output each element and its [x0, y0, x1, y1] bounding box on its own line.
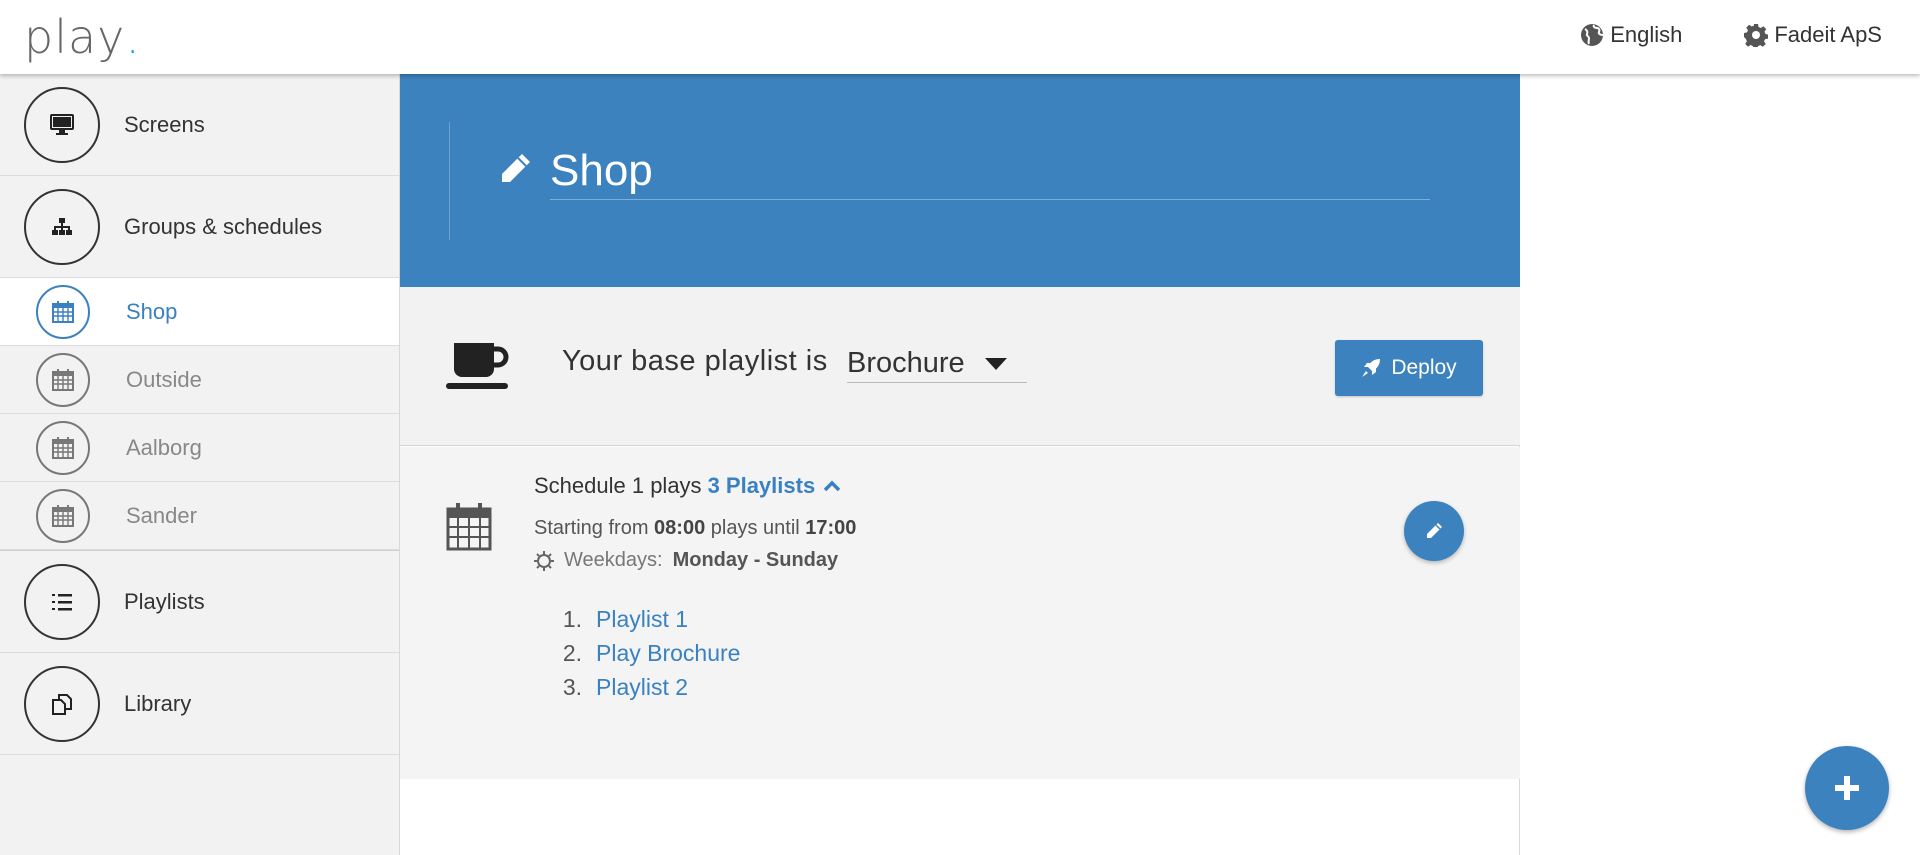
group-item-label: Sander [126, 502, 197, 528]
weekdays-value: Monday - Sunday [672, 549, 839, 571]
deploy-label: Deploy [1391, 356, 1457, 379]
base-playlist-prefix: Your base playlist is [562, 345, 828, 377]
playlists-link-label: 3 Playlists [707, 473, 816, 498]
logo-dot: . [125, 10, 142, 64]
base-playlist-value: Brochure [847, 347, 965, 379]
schedule-weekdays: Weekdays: Monday - Sunday [534, 549, 838, 572]
chevron-up-icon [823, 480, 841, 492]
files-icon [52, 693, 72, 715]
list-item-number: 2. [562, 640, 582, 666]
group-icon-circle [36, 488, 90, 543]
calendar-icon [52, 300, 74, 323]
playlist-link[interactable]: Playlist 1 [596, 602, 688, 636]
deploy-button[interactable]: Deploy [1335, 340, 1483, 396]
group-item-label: Shop [126, 298, 178, 324]
plus-icon [1835, 776, 1859, 800]
list-item: 1. Playlist 1 [560, 602, 740, 636]
sidebar-item-label: Screens [124, 111, 205, 137]
playlists-toggle-link[interactable]: 3 Playlists [708, 473, 842, 499]
top-nav: English Fadeit ApS [1580, 22, 1882, 48]
play-logo[interactable]: play. [24, 10, 141, 64]
group-item-sander[interactable]: Sander [0, 482, 399, 550]
account-label: Fadeit ApS [1774, 22, 1882, 47]
group-item-aalborg[interactable]: Aalborg [0, 414, 399, 482]
calendar-icon [446, 503, 492, 551]
sidebar-item-groups[interactable]: Groups & schedules [0, 176, 399, 278]
group-icon-circle [36, 352, 90, 407]
coffee-cup-icon [446, 343, 509, 389]
sidebar-item-screens[interactable]: Screens [0, 74, 399, 176]
sidebar: Screens Groups & schedules Shop Outside … [0, 74, 400, 855]
calendar-icon [52, 436, 74, 459]
list-item-number: 1. [562, 606, 582, 632]
language-label: English [1610, 22, 1683, 47]
list-item: 2. Play Brochure [560, 636, 741, 670]
base-playlist-row: Your base playlist is Brochure Deploy [400, 287, 1520, 446]
base-playlist-select[interactable]: Brochure [847, 345, 1027, 383]
sidebar-item-label: Playlists [124, 588, 205, 614]
schedule-prefix: Schedule 1 plays [534, 473, 702, 498]
sidebar-item-label: Library [124, 690, 192, 716]
group-title-input[interactable]: Shop [550, 142, 1430, 200]
monitor-icon [50, 113, 74, 135]
top-bar: play. English Fadeit ApS [0, 0, 1920, 74]
group-list: Shop Outside Aalborg Sander [0, 278, 399, 551]
caret-down-icon [984, 357, 1007, 370]
group-item-label: Outside [126, 366, 202, 392]
gear-icon [1744, 24, 1769, 47]
globe-icon [1581, 24, 1604, 46]
group-icon-circle [36, 284, 90, 339]
group-header: Shop [400, 74, 1520, 287]
edit-schedule-button[interactable] [1404, 501, 1464, 561]
start-time: 08:00 [654, 517, 706, 539]
sidebar-item-library[interactable]: Library [0, 653, 399, 755]
sidebar-icon-circle [24, 188, 100, 265]
list-item: 3. Playlist 2 [560, 670, 740, 704]
sidebar-icon-circle [24, 86, 100, 163]
rocket-icon [1362, 359, 1381, 377]
list-icon [52, 593, 72, 610]
playlist-link[interactable]: Play Brochure [596, 636, 740, 670]
sidebar-item-label: Groups & schedules [124, 213, 323, 239]
add-button[interactable] [1805, 746, 1889, 830]
sidebar-icon-circle [24, 563, 100, 640]
schedule-heading: Schedule 1 plays 3 Playlists [534, 473, 841, 499]
group-icon-circle [36, 420, 90, 475]
sidebar-item-playlists[interactable]: Playlists [0, 551, 399, 653]
schedule-playlist-list: 1. Playlist 1 2. Play Brochure 3. Playli… [560, 602, 741, 704]
group-item-shop[interactable]: Shop [0, 278, 399, 346]
logo-text: play [24, 10, 126, 64]
divider [449, 122, 450, 240]
sidebar-icon-circle [24, 665, 100, 742]
plays-until-label: plays until [710, 517, 800, 539]
starting-from-label: Starting from [534, 517, 649, 539]
group-item-label: Aalborg [126, 434, 202, 460]
pencil-icon [502, 154, 530, 182]
schedule-time-range: Starting from 08:00 plays until 17:00 [534, 517, 856, 540]
end-time: 17:00 [805, 517, 857, 539]
calendar-icon [52, 504, 74, 527]
group-item-outside[interactable]: Outside [0, 346, 399, 414]
sitemap-icon [52, 217, 72, 235]
main-content: Shop Your base playlist is Brochure Depl… [400, 74, 1520, 855]
calendar-icon [52, 368, 74, 391]
weekdays-label: Weekdays: [564, 549, 663, 571]
language-menu[interactable]: English [1580, 22, 1682, 48]
account-menu[interactable]: Fadeit ApS [1744, 22, 1882, 48]
sun-icon [534, 550, 554, 571]
pencil-icon [1427, 523, 1442, 538]
list-item-number: 3. [562, 674, 582, 700]
schedule-card: Schedule 1 plays 3 Playlists Starting fr… [400, 447, 1520, 779]
playlist-link[interactable]: Playlist 2 [596, 670, 688, 704]
